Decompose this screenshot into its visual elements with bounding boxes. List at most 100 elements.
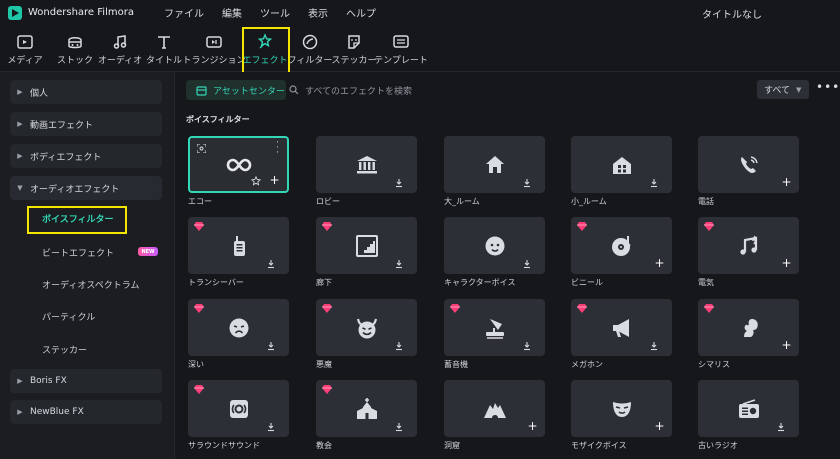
premium-gem-icon <box>577 304 587 313</box>
download-icon[interactable] <box>649 341 659 351</box>
add-icon[interactable]: + <box>780 176 793 189</box>
effect-card[interactable]: + <box>698 299 799 356</box>
effect-card[interactable] <box>571 299 672 356</box>
download-icon[interactable] <box>522 259 532 269</box>
store-icon <box>196 85 207 96</box>
effect-label: キャラクターボイス <box>444 278 516 287</box>
sidebar-group-video-effects[interactable]: ▶ 動画エフェクト <box>10 112 162 136</box>
sidebar-group-boris-fx[interactable]: ▶ Boris FX <box>10 369 162 393</box>
chevron-down-icon: ▼ <box>796 85 802 94</box>
effect-card[interactable]: · · · + <box>188 136 289 193</box>
effect-card[interactable] <box>571 136 672 193</box>
app-name: Wondershare Filmora <box>28 7 134 18</box>
effect-label: ロビー <box>316 197 340 206</box>
top-toolbar: メディア ストック オーディオ タイトル トランジション エフェクト フィルター… <box>0 25 840 72</box>
effect-label: トランシーバー <box>188 278 244 287</box>
download-icon[interactable] <box>266 259 276 269</box>
effect-card[interactable] <box>188 299 289 356</box>
menu-tools[interactable]: ツール <box>260 5 290 20</box>
more-vertical-icon[interactable]: · · · <box>276 139 279 158</box>
menu-view[interactable]: 表示 <box>308 5 328 20</box>
add-icon[interactable]: + <box>653 257 666 270</box>
add-icon[interactable]: + <box>653 420 666 433</box>
tab-media[interactable]: メディア <box>6 29 44 69</box>
effect-card[interactable] <box>316 380 417 437</box>
download-icon[interactable] <box>266 341 276 351</box>
premium-gem-icon <box>450 304 460 313</box>
sidebar-group-newblue-fx[interactable]: ▶ NewBlue FX <box>10 400 162 424</box>
chevron-down-icon: ▼ <box>17 184 23 192</box>
premium-gem-icon <box>194 222 204 231</box>
effect-card[interactable]: + <box>571 380 672 437</box>
effect-card[interactable] <box>444 217 545 274</box>
effect-card[interactable] <box>188 380 289 437</box>
add-icon[interactable]: + <box>780 257 793 270</box>
premium-gem-icon <box>322 304 332 313</box>
menu-file[interactable]: ファイル <box>164 5 204 20</box>
sidebar-item-particle[interactable]: パーティクル <box>42 307 95 325</box>
sidebar-group-personal[interactable]: ▶ 個人 <box>10 80 162 104</box>
effect-card[interactable] <box>188 217 289 274</box>
preview-scan-icon[interactable] <box>197 144 206 153</box>
effect-card[interactable]: + <box>698 136 799 193</box>
search-icon <box>289 85 299 95</box>
download-icon[interactable] <box>266 422 276 432</box>
sidebar-item-beat-effect[interactable]: ビートエフェクト <box>42 243 114 261</box>
menu-edit[interactable]: 編集 <box>222 5 242 20</box>
tab-template[interactable]: テンプレート <box>374 29 428 69</box>
effect-label: 電気 <box>698 278 714 287</box>
tab-sticker[interactable]: ステッカー <box>332 29 377 69</box>
effect-card[interactable]: + <box>571 217 672 274</box>
add-icon[interactable]: + <box>780 339 793 352</box>
download-icon[interactable] <box>522 341 532 351</box>
chevron-right-icon: ▶ <box>17 152 23 160</box>
effect-card[interactable] <box>316 299 417 356</box>
more-options-icon[interactable]: ••• <box>816 80 840 94</box>
effect-tab-highlight <box>242 27 290 74</box>
download-icon[interactable] <box>394 341 404 351</box>
effect-card[interactable] <box>444 136 545 193</box>
tab-filter[interactable]: フィルター <box>288 29 332 69</box>
premium-gem-icon <box>322 385 332 394</box>
sidebar-item-sticker[interactable]: ステッカー <box>42 340 87 358</box>
effect-card[interactable] <box>698 380 799 437</box>
sidebar-group-body-effects[interactable]: ▶ ボディエフェクト <box>10 144 162 168</box>
section-title: ボイスフィルター <box>186 115 250 124</box>
filter-dropdown[interactable]: すべて ▼ <box>757 80 809 99</box>
effect-label: 廊下 <box>316 278 332 287</box>
effect-label: メガホン <box>571 360 603 369</box>
download-icon[interactable] <box>394 259 404 269</box>
template-icon <box>392 33 410 51</box>
effect-label: シマリス <box>698 360 730 369</box>
document-title: タイトルなし <box>702 10 762 21</box>
sidebar-item-audio-spectrum[interactable]: オーディオスペクトラム <box>42 275 139 293</box>
effect-label: 悪魔 <box>316 360 332 369</box>
tab-title[interactable]: タイトル <box>146 29 182 69</box>
search-input[interactable]: すべてのエフェクトを検索 <box>289 80 412 100</box>
download-icon[interactable] <box>522 178 532 188</box>
effect-card[interactable] <box>444 299 545 356</box>
tab-audio[interactable]: オーディオ <box>98 29 142 69</box>
add-icon[interactable]: + <box>268 174 281 187</box>
effect-card[interactable] <box>316 217 417 274</box>
effect-card[interactable] <box>316 136 417 193</box>
download-icon[interactable] <box>394 178 404 188</box>
favorite-star-icon[interactable] <box>251 176 261 186</box>
effect-label: 洞窟 <box>444 441 460 450</box>
tab-stock[interactable]: ストック <box>56 29 94 69</box>
chevron-right-icon: ▶ <box>17 408 23 416</box>
transition-icon <box>205 33 223 51</box>
effect-label: 教会 <box>316 441 332 450</box>
download-icon[interactable] <box>776 422 786 432</box>
effect-card[interactable]: + <box>698 217 799 274</box>
effect-card[interactable]: + <box>444 380 545 437</box>
sidebar-group-audio-effects[interactable]: ▼ オーディオエフェクト <box>10 176 162 200</box>
chevron-right-icon: ▶ <box>17 377 23 385</box>
tab-transition[interactable]: トランジション <box>183 29 246 69</box>
premium-gem-icon <box>322 222 332 231</box>
menu-help[interactable]: ヘルプ <box>346 5 376 20</box>
add-icon[interactable]: + <box>526 420 539 433</box>
download-icon[interactable] <box>394 422 404 432</box>
download-icon[interactable] <box>649 178 659 188</box>
asset-center-button[interactable]: アセットセンター <box>186 80 286 100</box>
